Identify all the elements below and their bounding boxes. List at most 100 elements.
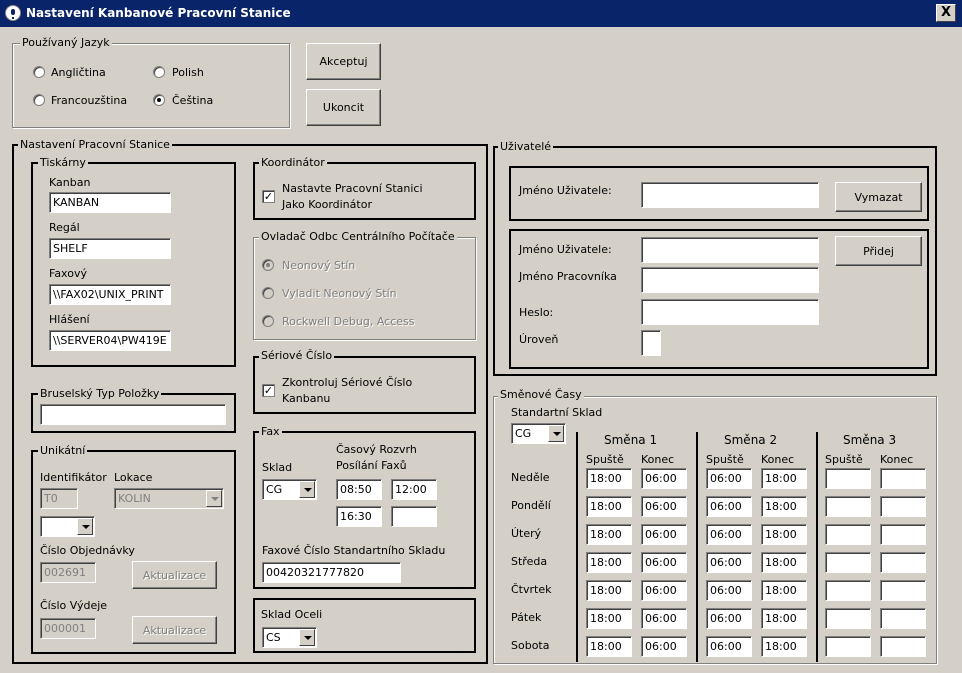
coordinator-label-1: Nastavte Pracovní Stanici <box>282 182 423 195</box>
fax-time-4[interactable] <box>391 506 437 527</box>
coordinator-checkbox[interactable]: ✓ <box>262 190 275 203</box>
shift-time-field[interactable]: 18:00 <box>761 468 807 489</box>
shift-time-field[interactable]: 06:00 <box>706 552 752 573</box>
radio-neon-shadow[interactable] <box>262 259 274 271</box>
chevron-down-icon[interactable] <box>77 518 93 535</box>
radio-polish[interactable] <box>153 66 165 78</box>
issue-number-field[interactable]: 000001 <box>40 618 96 639</box>
shelf-printer-field[interactable]: SHELF <box>49 238 171 259</box>
shift-time-field[interactable] <box>880 580 926 601</box>
radio-debug-neon-shadow[interactable] <box>262 287 274 299</box>
worker-name-field[interactable] <box>641 267 819 293</box>
password-field[interactable] <box>641 299 819 325</box>
chevron-down-icon[interactable] <box>206 490 222 507</box>
shift-time-field[interactable]: 06:00 <box>706 580 752 601</box>
fax-store-dropdown[interactable]: CG <box>262 479 317 500</box>
shift-1-end-header: Konec <box>641 453 675 466</box>
update-issue-button[interactable]: Aktualizace <box>132 616 217 644</box>
radio-english[interactable] <box>33 66 45 78</box>
shift-time-field[interactable]: 06:00 <box>641 552 687 573</box>
fax-time-3[interactable]: 16:30 <box>336 506 382 527</box>
radio-czech[interactable] <box>153 94 165 106</box>
chevron-down-icon[interactable] <box>299 629 315 646</box>
title-bar[interactable]: Nastavení Kanbanové Pracovní Stanice X <box>0 0 962 27</box>
shift-time-field[interactable]: 06:00 <box>706 468 752 489</box>
serial-label-1: Zkontroluj Sériové Číslo <box>282 376 413 389</box>
issue-number-label: Číslo Výdeje <box>40 599 108 612</box>
level-field[interactable] <box>641 330 661 356</box>
shift-time-field[interactable]: 06:00 <box>706 608 752 629</box>
shift-time-field[interactable]: 06:00 <box>706 496 752 517</box>
identifier-label: Identifikátor <box>40 471 107 484</box>
shift-time-field[interactable]: 18:00 <box>586 608 632 629</box>
shift-time-field[interactable]: 18:00 <box>586 524 632 545</box>
shift-time-field[interactable]: 18:00 <box>761 524 807 545</box>
shift-time-field[interactable]: 18:00 <box>586 468 632 489</box>
shift-time-field[interactable]: 06:00 <box>641 468 687 489</box>
shift-time-field[interactable] <box>825 580 871 601</box>
delete-user-button[interactable]: Vymazat <box>835 182 922 212</box>
level-label: Úroveň <box>519 333 559 346</box>
radio-rockwell-debug[interactable] <box>262 315 274 327</box>
new-username-field[interactable] <box>641 237 819 263</box>
identifier-dropdown[interactable] <box>40 516 95 537</box>
shift-time-field[interactable]: 06:00 <box>706 636 752 657</box>
shift-time-field[interactable] <box>880 524 926 545</box>
shift-time-field[interactable]: 06:00 <box>706 524 752 545</box>
shift-time-field[interactable]: 18:00 <box>586 580 632 601</box>
shift-time-field[interactable]: 18:00 <box>761 496 807 517</box>
shift-time-field[interactable]: 06:00 <box>641 580 687 601</box>
radio-french[interactable] <box>33 94 45 106</box>
shift-time-field[interactable]: 06:00 <box>641 524 687 545</box>
shift-time-field[interactable]: 18:00 <box>761 636 807 657</box>
shift-time-field[interactable]: 18:00 <box>586 636 632 657</box>
shift-time-field[interactable] <box>825 468 871 489</box>
fax-time-1[interactable]: 08:50 <box>336 479 382 500</box>
shift-time-field[interactable] <box>880 608 926 629</box>
day-label: Neděle <box>511 471 550 484</box>
shift-time-field[interactable]: 18:00 <box>586 552 632 573</box>
identifier-field[interactable]: T0 <box>40 488 78 509</box>
shift-time-field[interactable]: 18:00 <box>761 608 807 629</box>
shift-time-field[interactable]: 18:00 <box>761 580 807 601</box>
kanban-printer-field[interactable]: KANBAN <box>49 192 171 213</box>
fax-printer-field[interactable]: \\FAX02\UNIX_PRINT <box>49 284 171 305</box>
fax-time-2[interactable]: 12:00 <box>391 479 437 500</box>
location-dropdown[interactable]: KOLIN <box>114 488 224 509</box>
serial-checkbox[interactable]: ✓ <box>262 384 275 397</box>
default-store-label: Standartní Sklad <box>511 406 603 419</box>
shift-time-field[interactable] <box>880 636 926 657</box>
printers-legend: Tiskárny <box>38 156 88 169</box>
shift-time-field[interactable]: 06:00 <box>641 636 687 657</box>
shift-time-field[interactable] <box>825 552 871 573</box>
shift-time-field[interactable]: 18:00 <box>761 552 807 573</box>
day-label: Pátek <box>511 611 542 624</box>
shift-time-field[interactable] <box>825 524 871 545</box>
fax-number-field[interactable]: 00420321777820 <box>262 562 401 583</box>
brussels-field[interactable] <box>40 404 226 425</box>
add-user-button[interactable]: Přidej <box>835 236 922 266</box>
chevron-down-icon[interactable] <box>548 425 564 442</box>
close-button[interactable]: X <box>936 4 956 22</box>
window-title: Nastavení Kanbanové Pracovní Stanice <box>26 6 291 20</box>
shift-time-field[interactable] <box>825 608 871 629</box>
steel-store-legend: Sklad Oceli <box>259 608 325 621</box>
default-store-dropdown[interactable]: CG <box>511 423 566 444</box>
order-number-field[interactable]: 002691 <box>40 562 96 583</box>
shift-time-field[interactable]: 06:00 <box>641 496 687 517</box>
shift-time-field[interactable]: 18:00 <box>586 496 632 517</box>
exit-button[interactable]: Ukoncit <box>306 89 381 126</box>
steel-store-dropdown[interactable]: CS <box>262 627 317 648</box>
update-order-button[interactable]: Aktualizace <box>132 561 217 589</box>
chevron-down-icon[interactable] <box>299 481 315 498</box>
shift-time-field[interactable] <box>825 496 871 517</box>
shift-time-field[interactable] <box>880 468 926 489</box>
shift-time-field[interactable]: 06:00 <box>641 608 687 629</box>
username-field[interactable] <box>641 182 819 208</box>
shift-time-field[interactable] <box>880 552 926 573</box>
shift-time-field[interactable] <box>825 636 871 657</box>
report-printer-field[interactable]: \\SERVER04\PW419E <box>49 330 171 351</box>
accept-button[interactable]: Akceptuj <box>306 43 381 80</box>
station-legend: Nastavení Pracovní Stanice <box>18 138 172 151</box>
shift-time-field[interactable] <box>880 496 926 517</box>
